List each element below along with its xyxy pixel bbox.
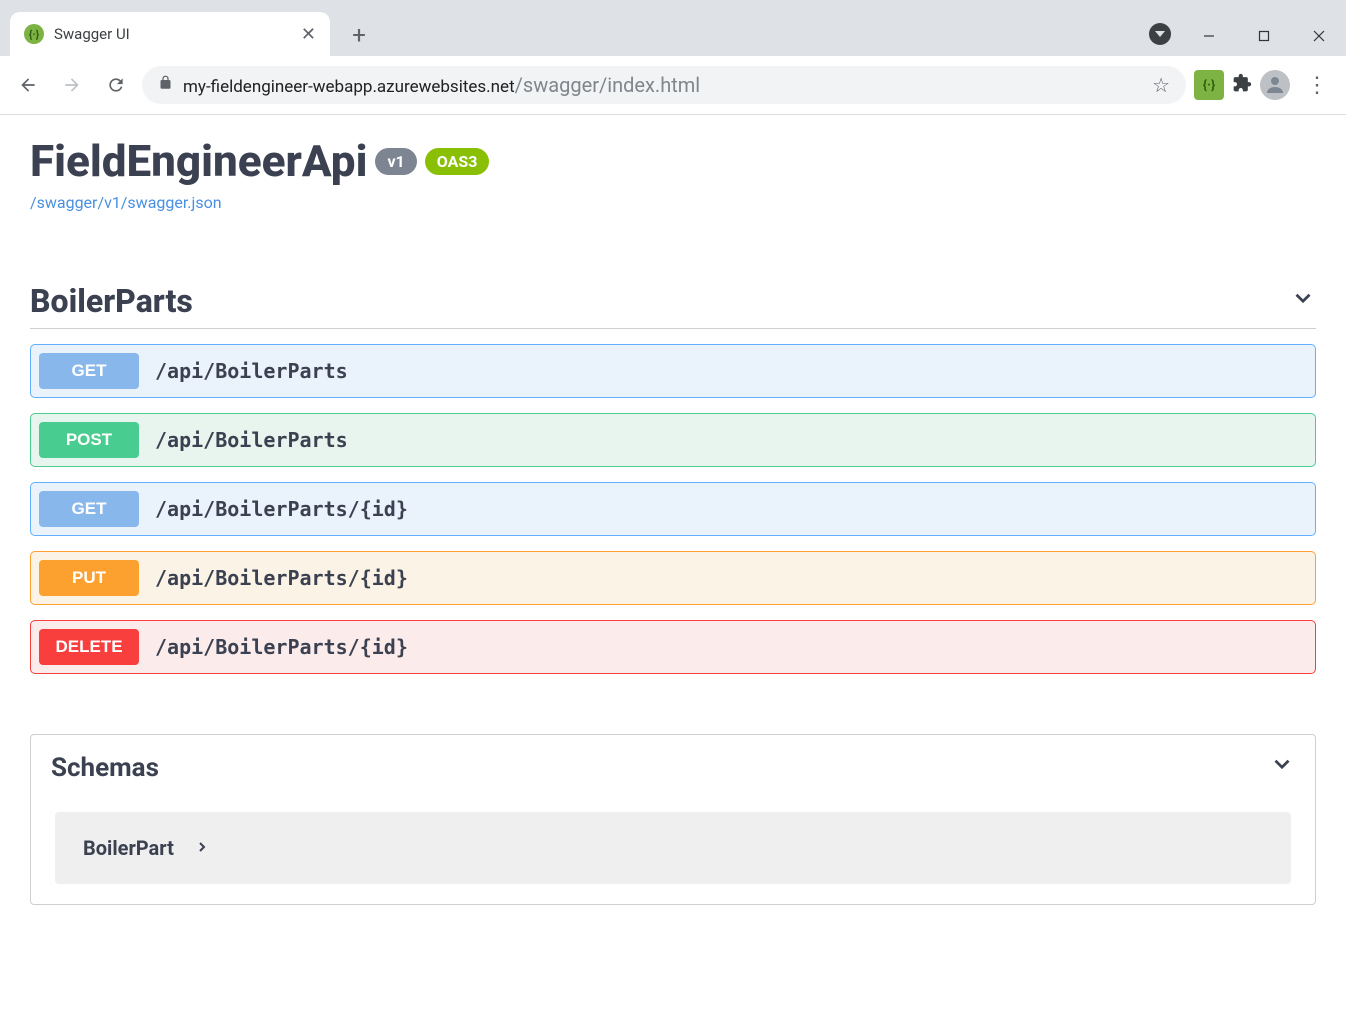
operation-row[interactable]: PUT/api/BoilerParts/{id} <box>30 551 1316 605</box>
schemas-header[interactable]: Schemas <box>31 735 1315 800</box>
chrome-account-indicator[interactable] <box>1149 23 1171 45</box>
address-bar[interactable]: my-fieldengineer-webapp.azurewebsites.ne… <box>142 66 1186 104</box>
url-text: my-fieldengineer-webapp.azurewebsites.ne… <box>183 73 700 97</box>
window-controls <box>1149 16 1346 56</box>
operation-row[interactable]: DELETE/api/BoilerParts/{id} <box>30 620 1316 674</box>
reload-button[interactable] <box>98 67 134 103</box>
chrome-menu-button[interactable]: ⋮ <box>1298 73 1336 98</box>
tab-title: Swagger UI <box>54 25 291 43</box>
close-tab-icon[interactable]: ✕ <box>301 24 316 45</box>
schemas-title: Schemas <box>51 753 159 783</box>
tag-header[interactable]: BoilerParts <box>30 282 1316 329</box>
page-viewport[interactable]: FieldEngineerApi v1 OAS3 /swagger/v1/swa… <box>0 115 1346 1010</box>
swagger-favicon: {·} <box>24 24 44 44</box>
endpoint-path: /api/BoilerParts/{id} <box>155 566 408 590</box>
tag-title: BoilerParts <box>30 282 193 320</box>
browser-tab[interactable]: {·} Swagger UI ✕ <box>10 12 330 56</box>
oas-badge: OAS3 <box>425 148 490 175</box>
endpoint-path: /api/BoilerParts/{id} <box>155 497 408 521</box>
chevron-right-icon <box>194 836 210 860</box>
endpoint-path: /api/BoilerParts <box>155 428 348 452</box>
extensions-button[interactable] <box>1232 73 1252 98</box>
maximize-button[interactable] <box>1236 21 1291 51</box>
http-method-badge: GET <box>39 353 139 389</box>
schemas-section: Schemas BoilerPart <box>30 734 1316 905</box>
forward-button[interactable] <box>54 67 90 103</box>
http-method-badge: DELETE <box>39 629 139 665</box>
titlebar: {·} Swagger UI ✕ + <box>0 0 1346 56</box>
profile-avatar[interactable] <box>1260 70 1290 100</box>
endpoint-path: /api/BoilerParts <box>155 359 348 383</box>
chevron-down-icon <box>1269 751 1295 784</box>
tag-section: BoilerParts GET/api/BoilerPartsPOST/api/… <box>30 282 1316 674</box>
schema-name: BoilerPart <box>83 836 174 860</box>
endpoint-path: /api/BoilerParts/{id} <box>155 635 408 659</box>
api-title: FieldEngineerApi v1 OAS3 <box>30 135 1316 187</box>
chevron-down-icon <box>1290 285 1316 318</box>
operation-row[interactable]: GET/api/BoilerParts/{id} <box>30 482 1316 536</box>
http-method-badge: POST <box>39 422 139 458</box>
close-window-button[interactable] <box>1291 21 1346 51</box>
back-button[interactable] <box>10 67 46 103</box>
operation-row[interactable]: POST/api/BoilerParts <box>30 413 1316 467</box>
browser-chrome: {·} Swagger UI ✕ + <box>0 0 1346 115</box>
bookmark-icon[interactable]: ☆ <box>1152 73 1170 97</box>
minimize-button[interactable] <box>1181 21 1236 51</box>
extension-icon[interactable]: {·} <box>1194 70 1224 100</box>
http-method-badge: PUT <box>39 560 139 596</box>
schema-item[interactable]: BoilerPart <box>55 812 1291 884</box>
browser-toolbar: my-fieldengineer-webapp.azurewebsites.ne… <box>0 56 1346 115</box>
http-method-badge: GET <box>39 491 139 527</box>
spec-link[interactable]: /swagger/v1/swagger.json <box>30 193 222 212</box>
version-badge: v1 <box>375 148 416 175</box>
operation-row[interactable]: GET/api/BoilerParts <box>30 344 1316 398</box>
lock-icon <box>158 75 173 95</box>
new-tab-button[interactable]: + <box>342 18 376 52</box>
